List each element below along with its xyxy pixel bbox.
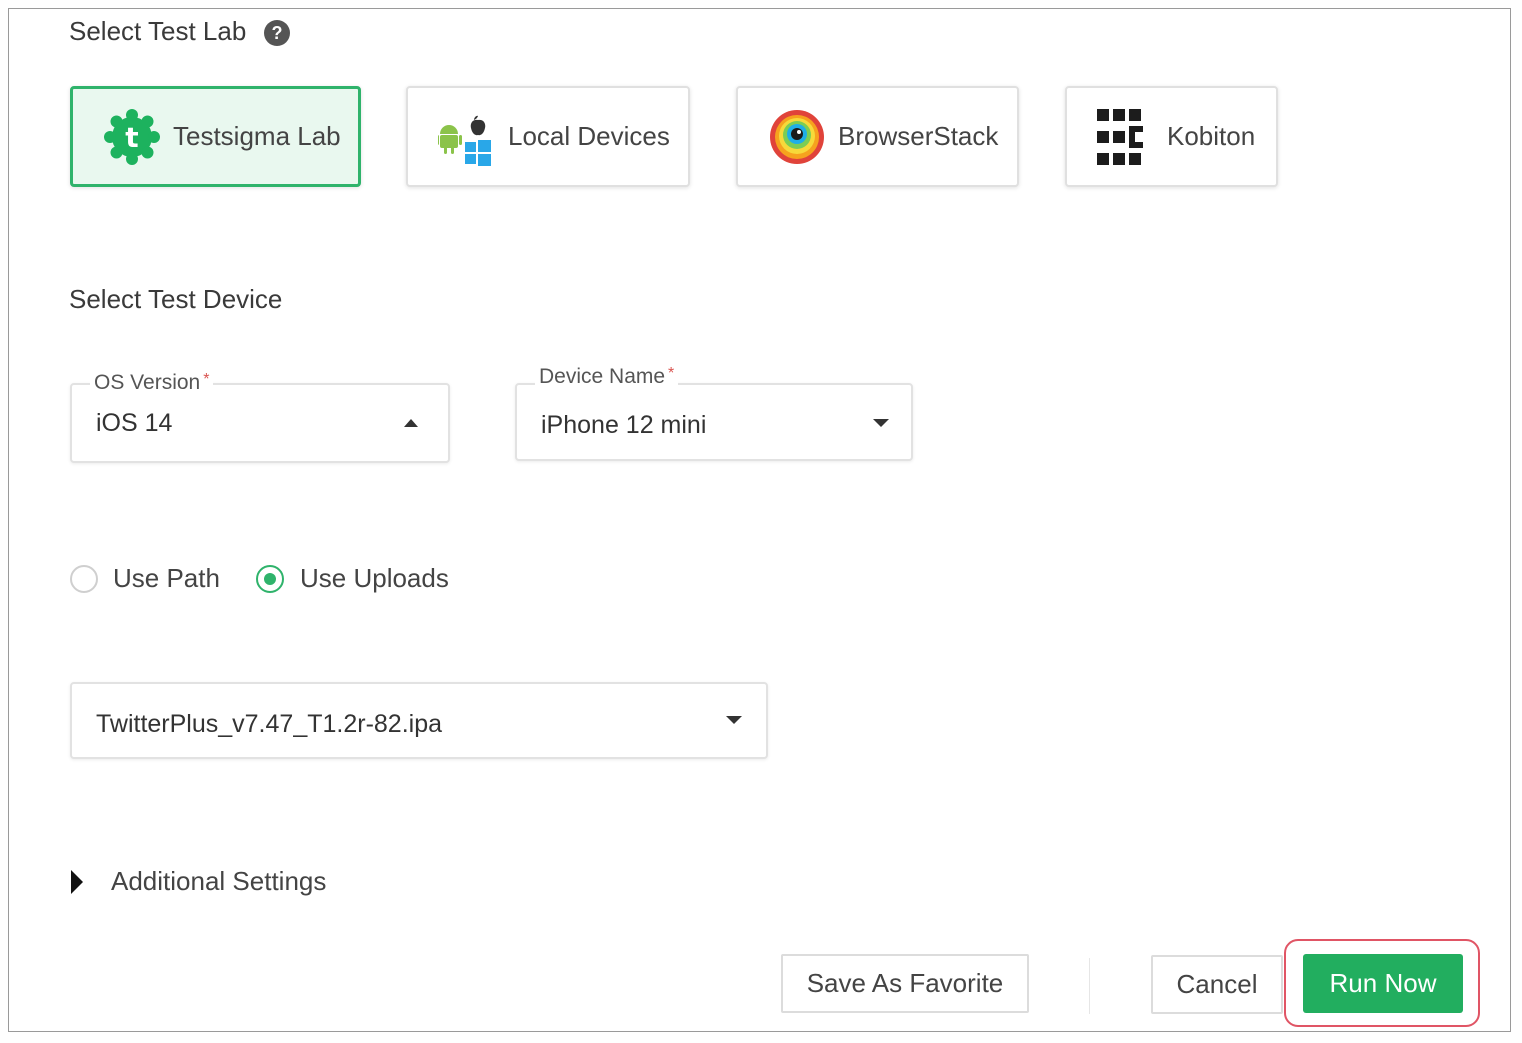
os-version-legend: OS Version *: [90, 371, 214, 395]
help-icon[interactable]: ?: [263, 19, 291, 47]
test-device-heading: Select Test Device: [69, 284, 283, 314]
svg-text:?: ?: [272, 23, 283, 43]
use-uploads-radio[interactable]: [256, 565, 284, 593]
required-mark: *: [203, 371, 210, 388]
kobiton-logo-icon: [1097, 108, 1155, 166]
run-now-button[interactable]: Run Now: [1303, 954, 1463, 1013]
upload-file-select[interactable]: TwitterPlus_v7.47_T1.2r-82.ipa: [70, 682, 768, 759]
use-path-radio[interactable]: [70, 565, 98, 593]
device-name-value: iPhone 12 mini: [541, 411, 707, 439]
additional-settings-toggle[interactable]: Additional Settings: [69, 866, 369, 900]
device-name-select[interactable]: Device Name * iPhone 12 mini: [515, 365, 913, 461]
device-name-label: Device Name: [539, 365, 666, 388]
caret-down-icon: [726, 716, 742, 724]
lab-option-browserstack[interactable]: BrowserStack: [736, 86, 1019, 187]
upload-file-value: TwitterPlus_v7.47_T1.2r-82.ipa: [96, 710, 443, 738]
lab-option-label: BrowserStack: [838, 121, 999, 151]
caret-up-icon: [404, 419, 418, 427]
os-version-value: iOS 14: [96, 409, 173, 437]
additional-settings-label: Additional Settings: [111, 866, 327, 896]
lab-option-kobiton[interactable]: Kobiton: [1065, 86, 1278, 187]
footer-divider: [1089, 958, 1090, 1014]
lab-option-label: Kobiton: [1167, 121, 1256, 151]
lab-option-label: Local Devices: [508, 121, 670, 151]
lab-option-label: Testsigma Lab: [173, 121, 341, 151]
os-version-label: OS Version: [94, 371, 201, 394]
device-name-legend: Device Name *: [535, 365, 679, 389]
test-lab-heading: Select Test Lab: [69, 16, 247, 46]
svg-text:t: t: [125, 121, 138, 154]
lab-option-testsigma[interactable]: t Testsigma Lab: [70, 86, 361, 187]
testsigma-gear-icon: t: [103, 108, 161, 166]
caret-down-icon: [873, 419, 889, 427]
use-uploads-label[interactable]: Use Uploads: [300, 563, 449, 594]
browserstack-logo-icon: [768, 108, 826, 166]
lab-option-local-devices[interactable]: Local Devices: [406, 86, 690, 187]
required-mark: *: [668, 365, 675, 382]
save-as-favorite-button[interactable]: Save As Favorite: [781, 954, 1029, 1013]
android-apple-windows-icon: [438, 108, 496, 166]
os-version-select[interactable]: OS Version * iOS 14: [70, 371, 450, 463]
cancel-button[interactable]: Cancel: [1151, 955, 1283, 1014]
use-path-label[interactable]: Use Path: [113, 563, 220, 594]
caret-right-icon: [71, 870, 83, 894]
